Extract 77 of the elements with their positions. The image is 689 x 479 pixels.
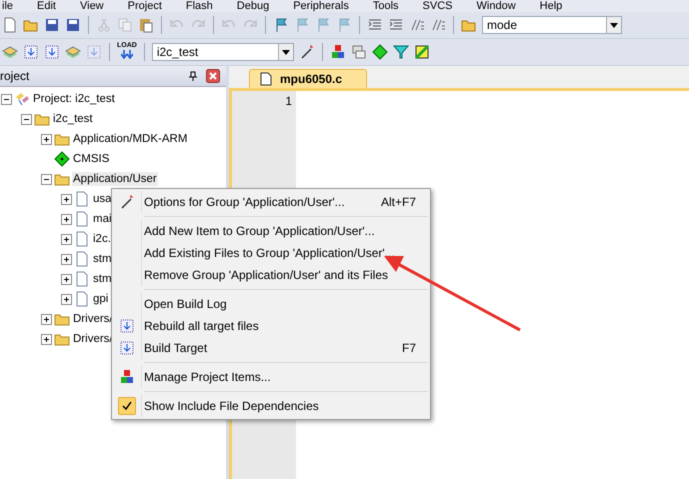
build-icon xyxy=(118,318,134,334)
file-icon xyxy=(74,211,90,227)
dropdown[interactable]: mode xyxy=(482,16,622,34)
menu-item[interactable]: Window xyxy=(464,0,528,12)
panel-title: roject xyxy=(0,69,30,83)
file-icon xyxy=(74,291,90,307)
blocks-icon xyxy=(118,369,134,385)
file-icon xyxy=(74,251,90,267)
expand-icon[interactable] xyxy=(61,274,72,284)
menu-item[interactable]: Debug xyxy=(224,0,282,12)
expand-icon[interactable] xyxy=(61,294,72,304)
dropdown-arrow-icon[interactable] xyxy=(282,50,290,54)
menu-item[interactable]: ile xyxy=(2,0,26,12)
expand-icon[interactable] xyxy=(61,234,72,244)
blocks-icon[interactable] xyxy=(330,44,346,60)
tree-item[interactable]: gpi xyxy=(92,292,110,306)
magic-wand-icon xyxy=(118,194,134,210)
tree-item[interactable]: Application/MDK-ARM xyxy=(72,132,188,146)
tab-label: mpu6050.c xyxy=(280,72,342,86)
tree-item[interactable]: stm xyxy=(92,272,113,286)
package-icon[interactable] xyxy=(414,44,430,60)
dropdown[interactable]: i2c_test xyxy=(152,43,294,61)
file-icon xyxy=(74,191,90,207)
expand-icon[interactable] xyxy=(61,214,72,224)
floppy-disks-icon[interactable] xyxy=(65,17,81,33)
expand-icon[interactable] xyxy=(41,334,52,344)
expand-icon[interactable] xyxy=(61,194,72,204)
dropdown-arrow-icon[interactable] xyxy=(610,22,618,28)
tree-item[interactable]: CMSIS xyxy=(72,152,110,166)
collapse-icon[interactable] xyxy=(21,114,32,124)
clipboard-icon[interactable] xyxy=(138,17,154,33)
windows-icon[interactable] xyxy=(350,44,367,60)
comment-icon[interactable] xyxy=(409,17,425,33)
menu-item[interactable]: Edit xyxy=(25,0,68,12)
tree-item[interactable]: i2c. xyxy=(92,232,112,246)
project-icon xyxy=(14,91,30,107)
magic-wand-icon[interactable] xyxy=(298,44,315,60)
diamond-icon[interactable] xyxy=(372,44,388,60)
layers-icon[interactable] xyxy=(65,44,81,60)
tree-item[interactable]: usa xyxy=(92,192,113,206)
expand-icon[interactable] xyxy=(41,134,52,144)
expand-icon[interactable] xyxy=(61,254,72,264)
collapse-icon[interactable] xyxy=(1,94,12,104)
stack-icon[interactable] xyxy=(2,44,18,60)
menu-item[interactable]: Help xyxy=(528,0,574,12)
tree-item[interactable]: stm xyxy=(92,252,113,266)
tree-item[interactable]: i2c_test xyxy=(52,112,94,126)
file-icon xyxy=(74,231,90,247)
build-icon xyxy=(118,340,134,356)
line-number: 1 xyxy=(284,94,293,108)
tree-item[interactable]: Drivers/ xyxy=(72,332,114,346)
tree-item[interactable]: Drivers/ xyxy=(72,312,114,326)
build-icon[interactable] xyxy=(23,44,39,60)
checkmark-icon xyxy=(122,401,132,411)
download-arrows-icon xyxy=(120,50,133,59)
expand-icon[interactable] xyxy=(41,314,52,324)
menu-item[interactable]: Project xyxy=(116,0,174,12)
file-icon xyxy=(260,72,272,86)
collapse-icon[interactable] xyxy=(41,174,52,184)
funnel-icon[interactable] xyxy=(392,44,409,60)
menu-item[interactable]: Peripherals xyxy=(281,0,361,12)
tree-item[interactable]: Project: i2c_test xyxy=(32,92,116,106)
file-tab[interactable]: mpu6050.c xyxy=(249,69,368,88)
close-icon[interactable] xyxy=(206,69,220,83)
tree-item[interactable]: Application/User xyxy=(72,172,158,186)
file-icon xyxy=(74,271,90,287)
pin-icon[interactable] xyxy=(188,71,198,81)
build-icon[interactable] xyxy=(44,44,60,60)
comment-icon[interactable] xyxy=(430,17,446,33)
menu-item[interactable]: SVCS xyxy=(410,0,465,12)
new-file-icon[interactable] xyxy=(2,17,18,33)
menu-item[interactable]: Flash xyxy=(174,0,225,12)
menu-item[interactable]: View xyxy=(68,0,116,12)
check-box[interactable] xyxy=(118,397,136,415)
diamond-icon xyxy=(54,151,70,167)
tree-item[interactable]: mai xyxy=(92,212,113,226)
menu-item[interactable]: Tools xyxy=(360,0,411,12)
